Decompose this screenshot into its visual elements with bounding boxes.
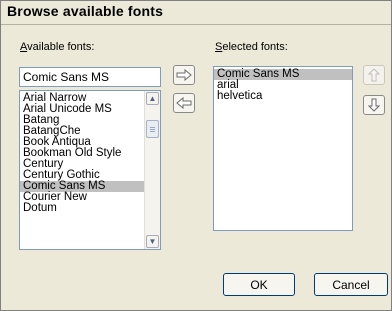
scroll-up-icon[interactable]: ▲ (146, 92, 159, 105)
scroll-thumb[interactable] (146, 120, 159, 138)
ok-button[interactable]: OK (223, 273, 295, 296)
selected-fonts-list[interactable]: Comic Sans MS arial helvetica (213, 66, 353, 231)
move-down-button[interactable] (363, 95, 385, 115)
cancel-button[interactable]: Cancel (314, 273, 388, 296)
scroll-down-icon[interactable]: ▼ (146, 235, 159, 248)
arrow-left-icon (176, 97, 192, 109)
arrow-right-icon (176, 69, 192, 81)
selected-list-item[interactable]: helvetica (214, 90, 352, 102)
available-fonts-label: Available fonts: (20, 41, 94, 53)
available-fonts-list[interactable]: Arial Narrow Arial Unicode MS Batang Batang… (19, 90, 161, 250)
add-font-button[interactable] (173, 65, 195, 85)
font-search-value: Comic Sans MS (23, 70, 110, 84)
available-fonts-label-text: vailable fonts: (27, 41, 95, 53)
available-fonts-scrollbar[interactable]: ▲ ▼ (144, 91, 160, 249)
remove-font-button[interactable] (173, 93, 195, 113)
move-up-button[interactable] (363, 65, 385, 85)
browse-fonts-dialog: Browse available fonts Available fonts: … (0, 0, 392, 311)
font-search-input[interactable]: Comic Sans MS (19, 67, 161, 87)
selected-fonts-label-text: elected fonts: (222, 41, 288, 53)
title-divider (1, 24, 391, 25)
available-list-item[interactable]: Dotum (20, 202, 145, 214)
arrow-down-icon (368, 98, 380, 112)
selected-fonts-label: Selected fonts: (215, 41, 288, 53)
arrow-up-icon (368, 68, 380, 82)
dialog-title: Browse available fonts (7, 3, 164, 19)
